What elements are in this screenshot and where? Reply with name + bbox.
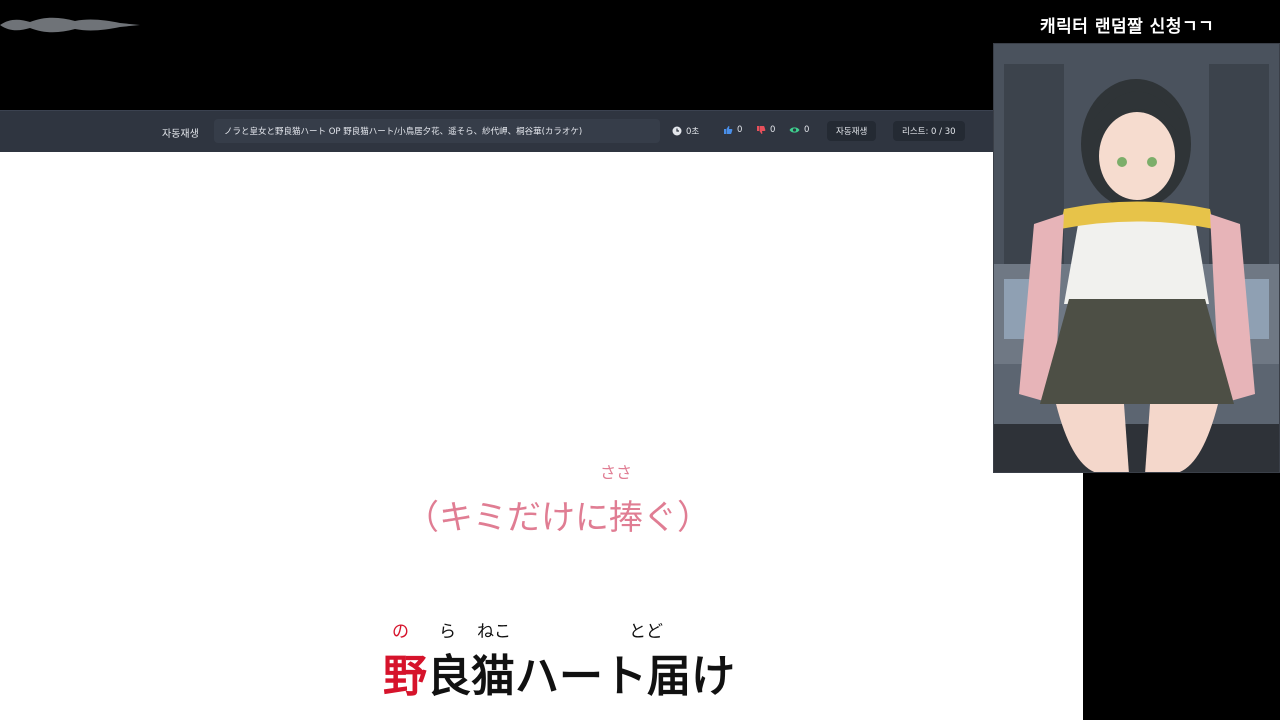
song-title[interactable]: ノラと皇女と野良猫ハート OP 野良猫ハート/小鳥居夕花、遥そら、紗代岬、桐谷華… xyxy=(214,119,660,143)
duration-value: 0초 xyxy=(686,127,700,137)
channel-title: 캐릭터 랜덤짤 신청ㄱㄱ xyxy=(1040,17,1215,37)
autoplay-button[interactable]: 자동재생 xyxy=(827,121,877,141)
lyric-line2-unsung: 良猫ハート届け xyxy=(427,651,735,702)
eye-icon xyxy=(789,127,800,133)
views-stat: 0 xyxy=(789,125,809,135)
lyric-line1-ruby: ささ xyxy=(600,463,633,482)
lyrics-stage xyxy=(0,152,1083,720)
lyric-line2-ruby-2: ら xyxy=(439,622,456,642)
views-count: 0 xyxy=(804,125,810,135)
thumbs-down-icon xyxy=(757,126,766,134)
duration-stat: 0초 xyxy=(672,125,699,137)
autoplay-label: 자동재생 xyxy=(162,129,199,140)
likes-stat[interactable]: 0 xyxy=(723,125,742,135)
waveform-icon xyxy=(0,17,140,33)
lyric-line2-ruby-4: とど xyxy=(629,622,663,642)
song-title-text: ノラと皇女と野良猫ハート OP 野良猫ハート/小鳥居夕花、遥そら、紗代岬、桐谷華… xyxy=(224,127,583,137)
lyric-line2-ruby-1: の xyxy=(392,622,409,642)
likes-count: 0 xyxy=(737,125,743,135)
lyric-line1: （キミだけに捧ぐ） xyxy=(405,498,711,538)
thumbs-up-icon xyxy=(724,126,733,134)
dislikes-count: 0 xyxy=(770,125,776,135)
player-toolbar: 자동재생 ノラと皇女と野良猫ハート OP 野良猫ハート/小鳥居夕花、遥そら、紗代… xyxy=(0,110,993,154)
lyric-line2: 野良猫ハート届け xyxy=(383,640,735,704)
character-illustration xyxy=(994,44,1279,472)
character-portrait xyxy=(993,43,1280,473)
lyric-line2-sung: 野 xyxy=(383,651,427,702)
lyric-line2-ruby-3: ねこ xyxy=(477,622,511,642)
dislikes-stat[interactable]: 0 xyxy=(756,125,775,135)
list-button[interactable]: 리스트: 0 / 30 xyxy=(893,121,965,141)
clock-icon xyxy=(672,126,682,136)
